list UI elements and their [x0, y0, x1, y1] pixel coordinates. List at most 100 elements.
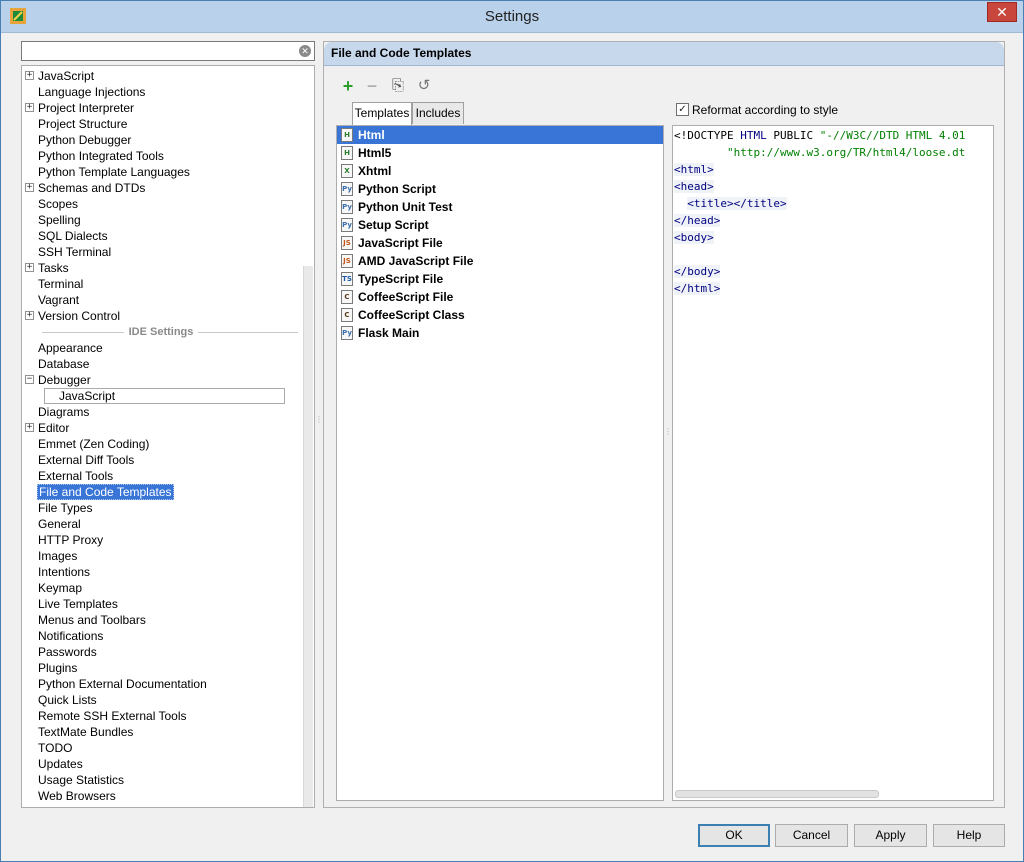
- tree-item-label: Plugins: [38, 661, 78, 675]
- tree-item-editor[interactable]: + Editor: [22, 420, 298, 436]
- tree-item-database[interactable]: Database: [22, 356, 298, 372]
- template-label: Xhtml: [358, 164, 392, 178]
- tree-item-javascript[interactable]: JavaScript: [22, 388, 298, 404]
- copy-template-icon[interactable]: ⎘: [388, 76, 408, 96]
- template-label: Html: [358, 128, 385, 142]
- tree-item-project-interpreter[interactable]: + Project Interpreter: [22, 100, 298, 116]
- cancel-button[interactable]: Cancel: [775, 824, 848, 847]
- tree-item-updates[interactable]: Updates: [22, 756, 298, 772]
- help-button[interactable]: Help: [933, 824, 1005, 847]
- tree-item-menus-and-toolbars[interactable]: Menus and Toolbars: [22, 612, 298, 628]
- template-item-python-script[interactable]: Py Python Script: [337, 180, 663, 198]
- tree-item-plugins[interactable]: Plugins: [22, 660, 298, 676]
- tree-item-diagrams[interactable]: Diagrams: [22, 404, 298, 420]
- reset-template-icon[interactable]: ↺: [414, 76, 434, 96]
- ide-settings-separator: IDE Settings: [22, 324, 314, 340]
- tree-item-tasks[interactable]: + Tasks: [22, 260, 298, 276]
- file-type-icon: Py: [341, 326, 353, 340]
- code-token: <title></title>: [687, 197, 787, 210]
- tree-scrollbar[interactable]: [303, 266, 313, 807]
- tab-templates[interactable]: Templates: [352, 102, 412, 125]
- tree-item-live-templates[interactable]: Live Templates: [22, 596, 298, 612]
- tree-item-python-debugger[interactable]: Python Debugger: [22, 132, 298, 148]
- template-item-python-unit-test[interactable]: Py Python Unit Test: [337, 198, 663, 216]
- tree-item-label: JavaScript: [38, 69, 95, 83]
- settings-search-input[interactable]: ✕: [21, 41, 315, 61]
- tree-item-intentions[interactable]: Intentions: [22, 564, 298, 580]
- tree-item-web-browsers[interactable]: Web Browsers: [22, 788, 298, 804]
- tree-item-python-template-languages[interactable]: Python Template Languages: [22, 164, 298, 180]
- close-window-button[interactable]: ✕: [987, 2, 1017, 22]
- tree-item-emmet-zen-coding[interactable]: Emmet (Zen Coding): [22, 436, 298, 452]
- tree-item-python-integrated-tools[interactable]: Python Integrated Tools: [22, 148, 298, 164]
- center-splitter-handle[interactable]: ⋮: [664, 427, 672, 447]
- tree-item-javascript[interactable]: + JavaScript: [22, 68, 298, 84]
- tree-item-keymap[interactable]: Keymap: [22, 580, 298, 596]
- template-item-typescript-file[interactable]: TS TypeScript File: [337, 270, 663, 288]
- tree-item-external-tools[interactable]: External Tools: [22, 468, 298, 484]
- tree-item-todo[interactable]: TODO: [22, 740, 298, 756]
- template-label: JavaScript File: [358, 236, 443, 250]
- tree-item-file-and-code-templates[interactable]: File and Code Templates: [22, 484, 298, 500]
- template-item-xhtml[interactable]: X Xhtml: [337, 162, 663, 180]
- tree-item-terminal[interactable]: Terminal: [22, 276, 298, 292]
- left-splitter-handle[interactable]: ⋮: [315, 415, 323, 435]
- expand-icon[interactable]: +: [25, 423, 34, 432]
- tree-item-notifications[interactable]: Notifications: [22, 628, 298, 644]
- tree-item-usage-statistics[interactable]: Usage Statistics: [22, 772, 298, 788]
- expand-icon[interactable]: +: [25, 183, 34, 192]
- tree-item-language-injections[interactable]: Language Injections: [22, 84, 298, 100]
- tree-item-ssh-terminal[interactable]: SSH Terminal: [22, 244, 298, 260]
- tree-item-schemas-and-dtds[interactable]: + Schemas and DTDs: [22, 180, 298, 196]
- clear-search-icon[interactable]: ✕: [299, 45, 311, 57]
- template-code-editor[interactable]: </html> </body> <body> </head> <title></tit…: [672, 125, 994, 801]
- tree-item-appearance[interactable]: Appearance: [22, 340, 298, 356]
- code-token: "-//W3C//DTD HTML 4.01: [819, 129, 966, 142]
- add-template-icon[interactable]: +: [338, 76, 358, 96]
- tree-item-quick-lists[interactable]: Quick Lists: [22, 692, 298, 708]
- tree-item-http-proxy[interactable]: HTTP Proxy: [22, 532, 298, 548]
- tree-item-remote-ssh-external-tools[interactable]: Remote SSH External Tools: [22, 708, 298, 724]
- tree-item-debugger[interactable]: − Debugger: [22, 372, 298, 388]
- expand-icon[interactable]: +: [25, 263, 34, 272]
- expand-icon[interactable]: +: [25, 71, 34, 80]
- tree-item-project-structure[interactable]: Project Structure: [22, 116, 298, 132]
- code-token: </html>: [674, 282, 721, 295]
- expand-icon[interactable]: +: [25, 311, 34, 320]
- panel-title: File and Code Templates: [331, 46, 472, 60]
- template-item-flask-main[interactable]: Py Flask Main: [337, 324, 663, 342]
- expand-icon[interactable]: +: [25, 103, 34, 112]
- separator-line: [42, 332, 124, 333]
- tree-item-textmate-bundles[interactable]: TextMate Bundles: [22, 724, 298, 740]
- ok-button[interactable]: OK: [698, 824, 770, 847]
- tree-item-file-types[interactable]: File Types: [22, 500, 298, 516]
- separator-line: [198, 332, 298, 333]
- tree-item-vagrant[interactable]: Vagrant: [22, 292, 298, 308]
- template-item-coffeescript-class[interactable]: C CoffeeScript Class: [337, 306, 663, 324]
- tree-item-general[interactable]: General: [22, 516, 298, 532]
- tree-item-external-diff-tools[interactable]: External Diff Tools: [22, 452, 298, 468]
- editor-horizontal-scrollbar[interactable]: [675, 790, 879, 798]
- tree-item-passwords[interactable]: Passwords: [22, 644, 298, 660]
- remove-template-icon[interactable]: −: [362, 76, 382, 96]
- template-item-html[interactable]: H Html: [337, 126, 663, 144]
- template-item-amd-javascript-file[interactable]: JS AMD JavaScript File: [337, 252, 663, 270]
- tree-item-sql-dialects[interactable]: SQL Dialects: [22, 228, 298, 244]
- tree-item-images[interactable]: Images: [22, 548, 298, 564]
- apply-button[interactable]: Apply: [854, 824, 927, 847]
- tree-item-scopes[interactable]: Scopes: [22, 196, 298, 212]
- tree-item-spelling[interactable]: Spelling: [22, 212, 298, 228]
- tab-includes[interactable]: Includes: [412, 102, 464, 124]
- settings-navigation: ✕ + JavaScript Language Injections + Project…: [21, 41, 317, 808]
- template-item-setup-script[interactable]: Py Setup Script: [337, 216, 663, 234]
- tree-item-version-control[interactable]: + Version Control: [22, 308, 298, 324]
- template-item-javascript-file[interactable]: JS JavaScript File: [337, 234, 663, 252]
- tree-item-label: TODO: [38, 741, 73, 755]
- tree-item-label: External Diff Tools: [38, 453, 135, 467]
- template-item-coffeescript-file[interactable]: C CoffeeScript File: [337, 288, 663, 306]
- template-item-html5[interactable]: H Html5: [337, 144, 663, 162]
- collapse-icon[interactable]: −: [25, 375, 34, 384]
- tree-item-python-external-documentation[interactable]: Python External Documentation: [22, 676, 298, 692]
- reformat-checkbox[interactable]: ✓: [676, 103, 689, 116]
- file-type-icon: X: [341, 164, 353, 178]
